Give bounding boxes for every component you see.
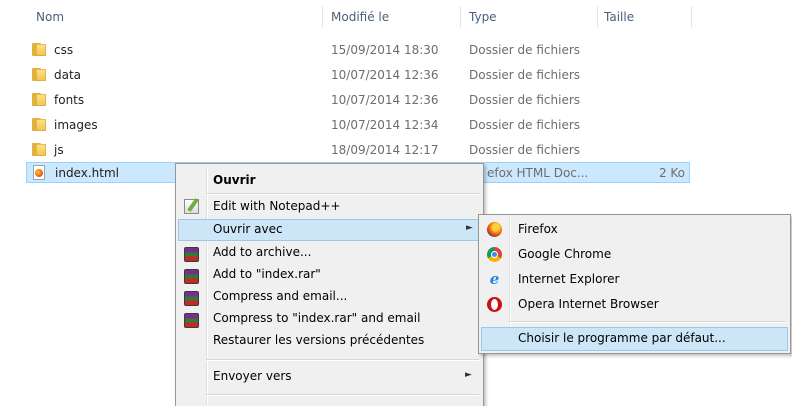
menu-separator [206,193,479,195]
column-divider[interactable] [691,6,692,28]
file-type: Dossier de fichiers [469,93,581,107]
file-name: css [54,43,74,57]
file-modified: 10/07/2014 12:36 [331,68,439,82]
context-menu: Ouvrir Edit with Notepad++ Ouvrir avec ►… [175,163,484,406]
menu-item-label: Ouvrir avec [213,222,283,236]
submenu-arrow-icon: ► [465,370,472,380]
submenu-item-internet-explorer[interactable]: e Internet Explorer [481,269,788,291]
file-row-fonts[interactable]: fonts 10/07/2014 12:36 Dossier de fichie… [26,90,690,111]
column-divider[interactable] [322,6,323,28]
menu-item-label: Ouvrir [213,173,256,187]
folder-icon [32,118,46,131]
file-type: Dossier de fichiers [469,43,581,57]
column-header-size[interactable]: Taille [604,10,634,24]
file-row-js[interactable]: js 18/09/2014 12:17 Dossier de fichiers [26,140,690,161]
menu-item-compress-email[interactable]: Compress and email... [178,288,481,310]
file-type: efox HTML Doc... [487,166,589,180]
menu-item-label: Envoyer vers [213,369,292,383]
column-divider[interactable] [597,6,598,28]
file-size: 2 Ko [658,166,685,180]
winrar-icon [184,291,199,306]
menu-item-edit-notepad[interactable]: Edit with Notepad++ [178,196,481,218]
file-type: Dossier de fichiers [469,143,581,157]
menu-item-label: Add to "index.rar" [213,267,321,281]
menu-item-add-archive[interactable]: Add to archive... [178,244,481,266]
menu-item-send-to[interactable]: Envoyer vers ► [178,366,481,388]
submenu-item-firefox[interactable]: Firefox [481,219,788,241]
winrar-icon [184,269,199,284]
winrar-icon [184,247,199,262]
file-modified: 10/07/2014 12:34 [331,118,439,132]
file-type: Dossier de fichiers [469,118,581,132]
winrar-icon [184,313,199,328]
column-divider[interactable] [460,6,461,28]
file-type: Dossier de fichiers [469,68,581,82]
file-modified: 10/07/2014 12:36 [331,93,439,107]
menu-item-label: Compress and email... [213,289,348,303]
file-row-css[interactable]: css 15/09/2014 18:30 Dossier de fichiers [26,40,690,61]
opera-icon [487,297,502,312]
file-name: index.html [55,166,119,180]
menu-item-label: Add to archive... [213,245,312,259]
submenu-item-choose-default[interactable]: Choisir le programme par défaut... [481,327,788,351]
column-header-bar: Nom Modifié le Type Taille [0,0,792,34]
open-with-submenu: Firefox Google Chrome e Internet Explore… [478,214,791,354]
file-row-images[interactable]: images 10/07/2014 12:34 Dossier de fichi… [26,115,690,136]
file-name: fonts [54,93,85,107]
menu-item-label: Compress to "index.rar" and email [213,311,421,325]
file-row-data[interactable]: data 10/07/2014 12:36 Dossier de fichier… [26,65,690,86]
folder-icon [32,43,46,56]
submenu-item-label: Internet Explorer [518,272,620,286]
column-header-type[interactable]: Type [469,10,497,24]
menu-item-label: Edit with Notepad++ [213,199,341,213]
menu-item-add-rar[interactable]: Add to "index.rar" [178,266,481,288]
folder-icon [32,93,46,106]
menu-separator [206,394,479,396]
file-name: js [54,143,64,157]
file-modified: 15/09/2014 18:30 [331,43,439,57]
chrome-icon [487,247,502,262]
submenu-item-label: Firefox [518,222,558,236]
menu-separator [509,321,786,323]
submenu-arrow-icon: ► [466,223,473,233]
column-header-modified[interactable]: Modifié le [331,10,389,24]
firefox-icon [487,222,502,237]
file-name: images [54,118,98,132]
menu-item-restore-versions[interactable]: Restaurer les versions précédentes [178,332,481,354]
menu-separator [206,359,479,361]
column-header-name[interactable]: Nom [36,10,64,24]
menu-item-open-with[interactable]: Ouvrir avec ► [178,219,481,241]
folder-icon [32,143,46,156]
submenu-item-label: Opera Internet Browser [518,297,659,311]
file-name: data [54,68,82,82]
folder-icon [32,68,46,81]
submenu-item-label: Google Chrome [518,247,612,261]
submenu-item-chrome[interactable]: Google Chrome [481,244,788,266]
submenu-item-label: Choisir le programme par défaut... [518,331,726,345]
submenu-item-opera[interactable]: Opera Internet Browser [481,294,788,316]
menu-item-label: Restaurer les versions précédentes [213,333,425,347]
file-modified: 18/09/2014 12:17 [331,143,439,157]
firefox-document-icon [33,165,45,180]
menu-item-compress-rar-email[interactable]: Compress to "index.rar" and email [178,310,481,332]
menu-item-open[interactable]: Ouvrir [178,170,481,192]
notepad-plus-plus-icon [184,199,199,214]
internet-explorer-icon: e [489,270,500,288]
